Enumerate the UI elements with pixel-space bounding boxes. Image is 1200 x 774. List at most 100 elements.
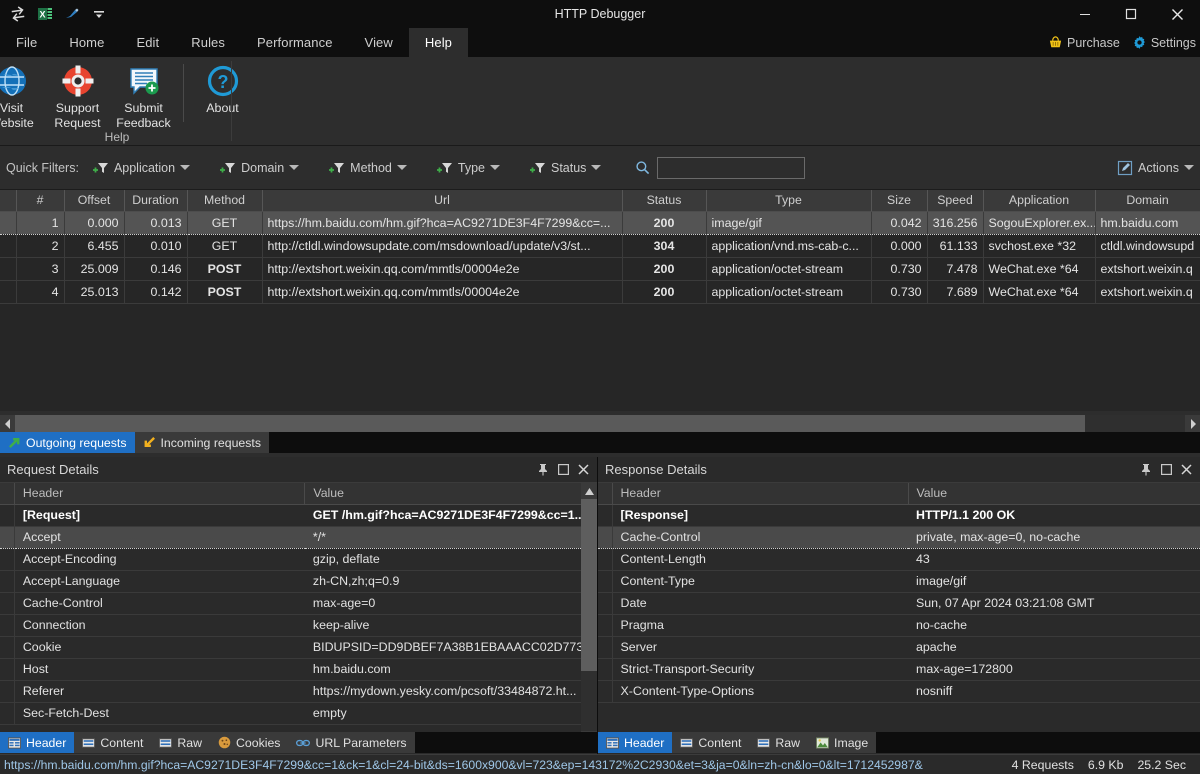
scroll-left-arrow-icon[interactable] [0,415,15,432]
search-input[interactable] [657,156,806,179]
table-row[interactable]: 2 6.455 0.010 GET http://ctldl.windowsup… [0,234,1200,258]
request-headers-table[interactable]: Header Value [Request] GET /hm.gif?hca=A… [0,483,597,747]
request-tab-content[interactable]: Content [74,732,152,753]
filter-domain[interactable]: Domain [216,160,311,176]
filter-method[interactable]: Method [325,160,419,176]
table-row[interactable]: Cache-Control max-age=0 [0,592,597,615]
support-request-button[interactable]: Support Request [45,60,111,131]
chevron-down-icon[interactable] [1184,165,1194,170]
grid-col-type[interactable]: Type [706,190,872,212]
grid-col-size[interactable]: Size [871,190,928,212]
table-row[interactable]: Connection keep-alive [0,614,597,637]
table-row[interactable]: 4 25.013 0.142 POST http://extshort.weix… [0,280,1200,304]
table-row[interactable]: Accept-Language zh-CN,zh;q=0.9 [0,570,597,593]
excel-export-icon[interactable]: X [35,4,55,24]
tab-outgoing-requests[interactable]: Outgoing requests [0,432,135,453]
table-row[interactable]: Sec-Fetch-Dest empty [0,702,597,725]
menu-tab-performance[interactable]: Performance [241,28,349,57]
grid-col-duration[interactable]: Duration [124,190,188,212]
maximize-panel-icon[interactable] [558,464,569,475]
menu-tab-home[interactable]: Home [53,28,120,57]
about-button[interactable]: ? About [190,60,256,116]
settings-button[interactable]: Settings [1132,35,1196,50]
request-tab-url-parameters[interactable]: URL Parameters [288,732,415,753]
table-row[interactable]: Date Sun, 07 Apr 2024 03:21:08 GMT [598,592,1200,615]
table-row[interactable]: [Response] HTTP/1.1 200 OK [598,504,1200,527]
scrollbar-thumb[interactable] [15,415,1085,432]
table-row[interactable]: Cookie BIDUPSID=DD9DBEF7A38B1EBAAACC02D7… [0,636,597,659]
response-tab-raw[interactable]: Raw [749,732,809,753]
close-panel-icon[interactable] [578,464,589,475]
scrollbar-track[interactable] [15,415,1185,432]
filter-status[interactable]: Status [526,160,613,176]
grid-col-method[interactable]: Method [187,190,263,212]
table-row[interactable]: Strict-Transport-Security max-age=172800 [598,658,1200,681]
chevron-down-icon[interactable] [489,165,500,170]
menu-tab-file[interactable]: File [0,28,53,57]
request-tab-header[interactable]: Header [0,732,75,753]
pin-icon[interactable] [537,463,549,476]
request-col-header[interactable]: Header [14,483,306,505]
table-row[interactable]: Accept-Encoding gzip, deflate [0,548,597,571]
table-row[interactable]: Referer https://mydown.yesky.com/pcsoft/… [0,680,597,703]
customize-chevron-icon[interactable] [89,4,109,24]
grid-col-domain[interactable]: Domain [1095,190,1200,212]
close-button[interactable] [1154,0,1200,28]
response-col-value[interactable]: Value [908,483,1200,505]
scroll-right-arrow-icon[interactable] [1185,415,1200,432]
filter-application[interactable]: Application [89,160,202,176]
response-col-header[interactable]: Header [612,483,909,505]
maximize-button[interactable] [1108,0,1154,28]
filter-type[interactable]: Type [433,160,512,176]
menu-tab-edit[interactable]: Edit [120,28,175,57]
table-row[interactable]: X-Content-Type-Options nosniff [598,680,1200,703]
search-icon[interactable] [635,160,650,175]
swap-icon[interactable] [8,4,28,24]
table-row[interactable]: 3 25.009 0.146 POST http://extshort.weix… [0,257,1200,281]
table-row[interactable]: Content-Type image/gif [598,570,1200,593]
visit-website-button[interactable]: VisitWebsite [0,60,45,131]
table-row[interactable]: Server apache [598,636,1200,659]
menu-tab-rules[interactable]: Rules [175,28,241,57]
response-tab-image[interactable]: Image [808,732,877,753]
chevron-down-icon[interactable] [396,165,407,170]
response-tab-header[interactable]: Header [598,732,673,753]
grid-col-url[interactable]: Url [262,190,623,212]
grid-col-offset[interactable]: Offset [64,190,125,212]
scroll-up-arrow-icon[interactable] [581,483,597,499]
chevron-down-icon[interactable] [289,165,300,170]
grid-col-application[interactable]: Application [983,190,1096,212]
grid-col-speed[interactable]: Speed [927,190,984,212]
submit-feedback-button[interactable]: Submit Feedback [111,60,177,131]
actions-button[interactable]: Actions [1117,160,1194,176]
chevron-down-icon[interactable] [591,165,602,170]
maximize-panel-icon[interactable] [1161,464,1172,475]
scrollbar-thumb[interactable] [581,499,597,671]
menu-tab-view[interactable]: View [349,28,409,57]
grid-horizontal-scrollbar[interactable] [0,415,1200,432]
pin-icon[interactable] [1140,463,1152,476]
table-row[interactable]: Cache-Control private, max-age=0, no-cac… [598,525,1200,549]
close-panel-icon[interactable] [1181,464,1192,475]
clear-brush-icon[interactable] [62,4,82,24]
tab-incoming-requests[interactable]: Incoming requests [134,432,269,453]
request-vertical-scrollbar[interactable] [581,483,597,747]
table-row[interactable]: 1 0.000 0.013 GET https://hm.baidu.com/h… [0,210,1200,235]
request-col-value[interactable]: Value [304,483,597,505]
purchase-button[interactable]: Purchase [1048,35,1120,50]
requests-grid[interactable]: # Offset Duration Method Url Status Type… [0,190,1200,411]
table-row[interactable]: [Request] GET /hm.gif?hca=AC9271DE3F4F72… [0,504,597,527]
table-row[interactable]: Accept */* [0,525,597,549]
response-headers-table[interactable]: Header Value [Response] HTTP/1.1 200 OK … [598,483,1200,747]
grid-col-num[interactable]: # [16,190,65,212]
request-tab-cookies[interactable]: Cookies [210,732,289,753]
grid-col-status[interactable]: Status [622,190,707,212]
table-row[interactable]: Pragma no-cache [598,614,1200,637]
table-row[interactable]: Host hm.baidu.com [0,658,597,681]
chevron-down-icon[interactable] [180,165,191,170]
minimize-button[interactable] [1062,0,1108,28]
request-tab-raw[interactable]: Raw [151,732,211,753]
response-tab-content[interactable]: Content [672,732,750,753]
menu-tab-help[interactable]: Help [408,28,469,57]
table-row[interactable]: Content-Length 43 [598,548,1200,571]
